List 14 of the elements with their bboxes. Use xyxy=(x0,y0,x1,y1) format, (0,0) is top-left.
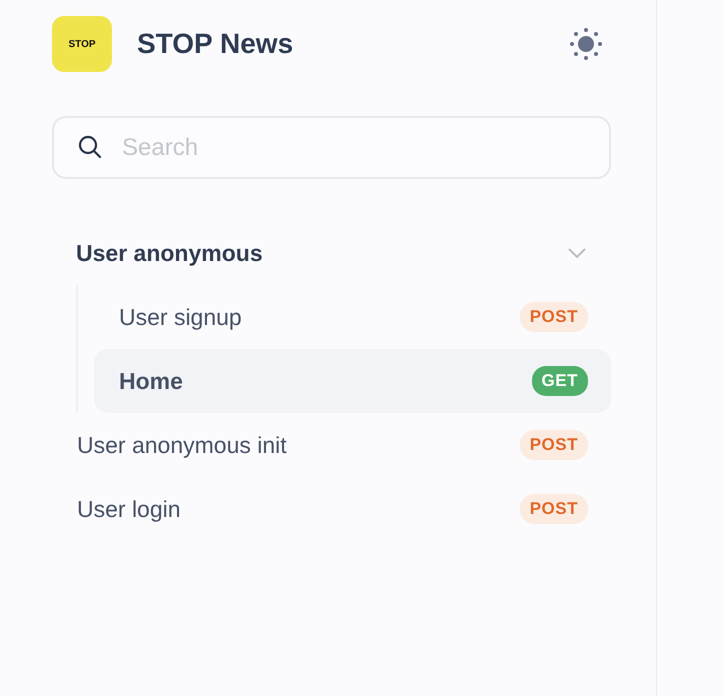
search-field[interactable]: Search xyxy=(52,116,611,179)
nav-item[interactable]: User login POST xyxy=(52,477,611,541)
nav-group-header[interactable]: User anonymous xyxy=(52,221,611,285)
nav-item[interactable]: Home GET xyxy=(94,349,611,413)
logo-text: STOP xyxy=(68,38,96,52)
method-badge: POST xyxy=(520,494,588,524)
nav-item[interactable]: User anonymous init POST xyxy=(52,413,611,477)
method-badge: GET xyxy=(532,366,588,396)
nav-item[interactable]: User signup POST xyxy=(94,285,611,349)
method-badge: POST xyxy=(520,302,588,332)
method-badge: POST xyxy=(520,430,588,460)
app-title: STOP News xyxy=(137,27,294,61)
chevron-icon xyxy=(567,247,587,259)
theme-toggle-icon[interactable] xyxy=(569,27,603,61)
